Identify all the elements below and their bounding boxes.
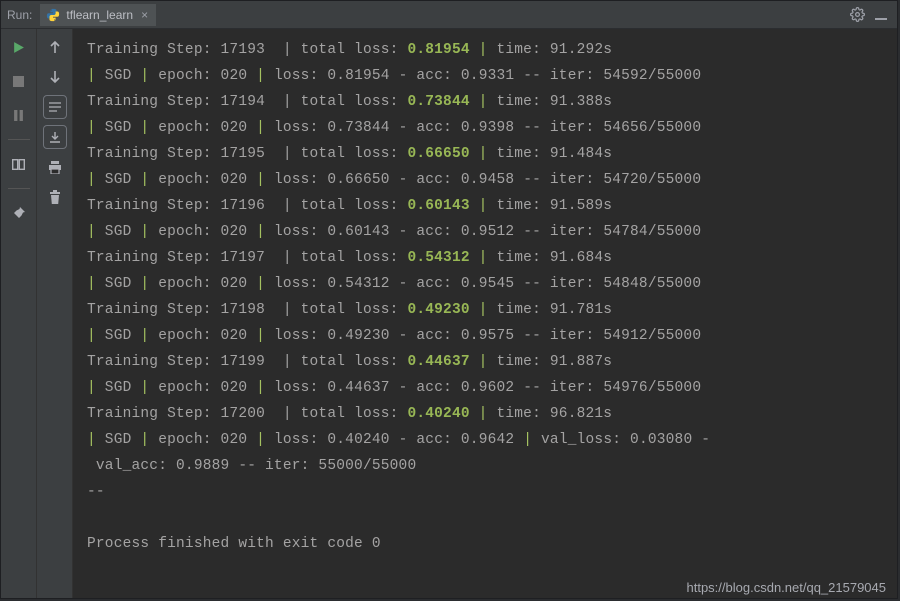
- trash-icon[interactable]: [43, 185, 67, 209]
- watermark-text: https://blog.csdn.net/qq_21579045: [687, 580, 887, 595]
- console-output[interactable]: Training Step: 17193 | total loss: 0.819…: [73, 29, 897, 598]
- run-second-gutter: [37, 29, 73, 598]
- scroll-to-end-icon[interactable]: [43, 125, 67, 149]
- pin-icon[interactable]: [7, 201, 31, 225]
- run-left-gutter: [1, 29, 37, 598]
- stop-icon[interactable]: [7, 69, 31, 93]
- gutter-separator: [8, 139, 30, 140]
- close-icon[interactable]: ×: [141, 8, 148, 22]
- print-icon[interactable]: [43, 155, 67, 179]
- gutter-separator: [8, 188, 30, 189]
- rerun-icon[interactable]: [7, 35, 31, 59]
- layout-icon[interactable]: [7, 152, 31, 176]
- up-arrow-icon[interactable]: [43, 35, 67, 59]
- run-body: Training Step: 17193 | total loss: 0.819…: [1, 29, 897, 598]
- soft-wrap-icon[interactable]: [43, 95, 67, 119]
- python-file-icon: [46, 8, 60, 22]
- gear-icon[interactable]: [847, 5, 867, 25]
- run-tab-label: tflearn_learn: [66, 8, 133, 22]
- run-tool-window: Run: tflearn_learn ×: [0, 0, 898, 599]
- run-tab[interactable]: tflearn_learn ×: [40, 4, 156, 26]
- down-arrow-icon[interactable]: [43, 65, 67, 89]
- run-topbar: Run: tflearn_learn ×: [1, 1, 897, 29]
- pause-icon[interactable]: [7, 103, 31, 127]
- run-label: Run:: [7, 8, 32, 22]
- minimize-icon[interactable]: [871, 5, 891, 25]
